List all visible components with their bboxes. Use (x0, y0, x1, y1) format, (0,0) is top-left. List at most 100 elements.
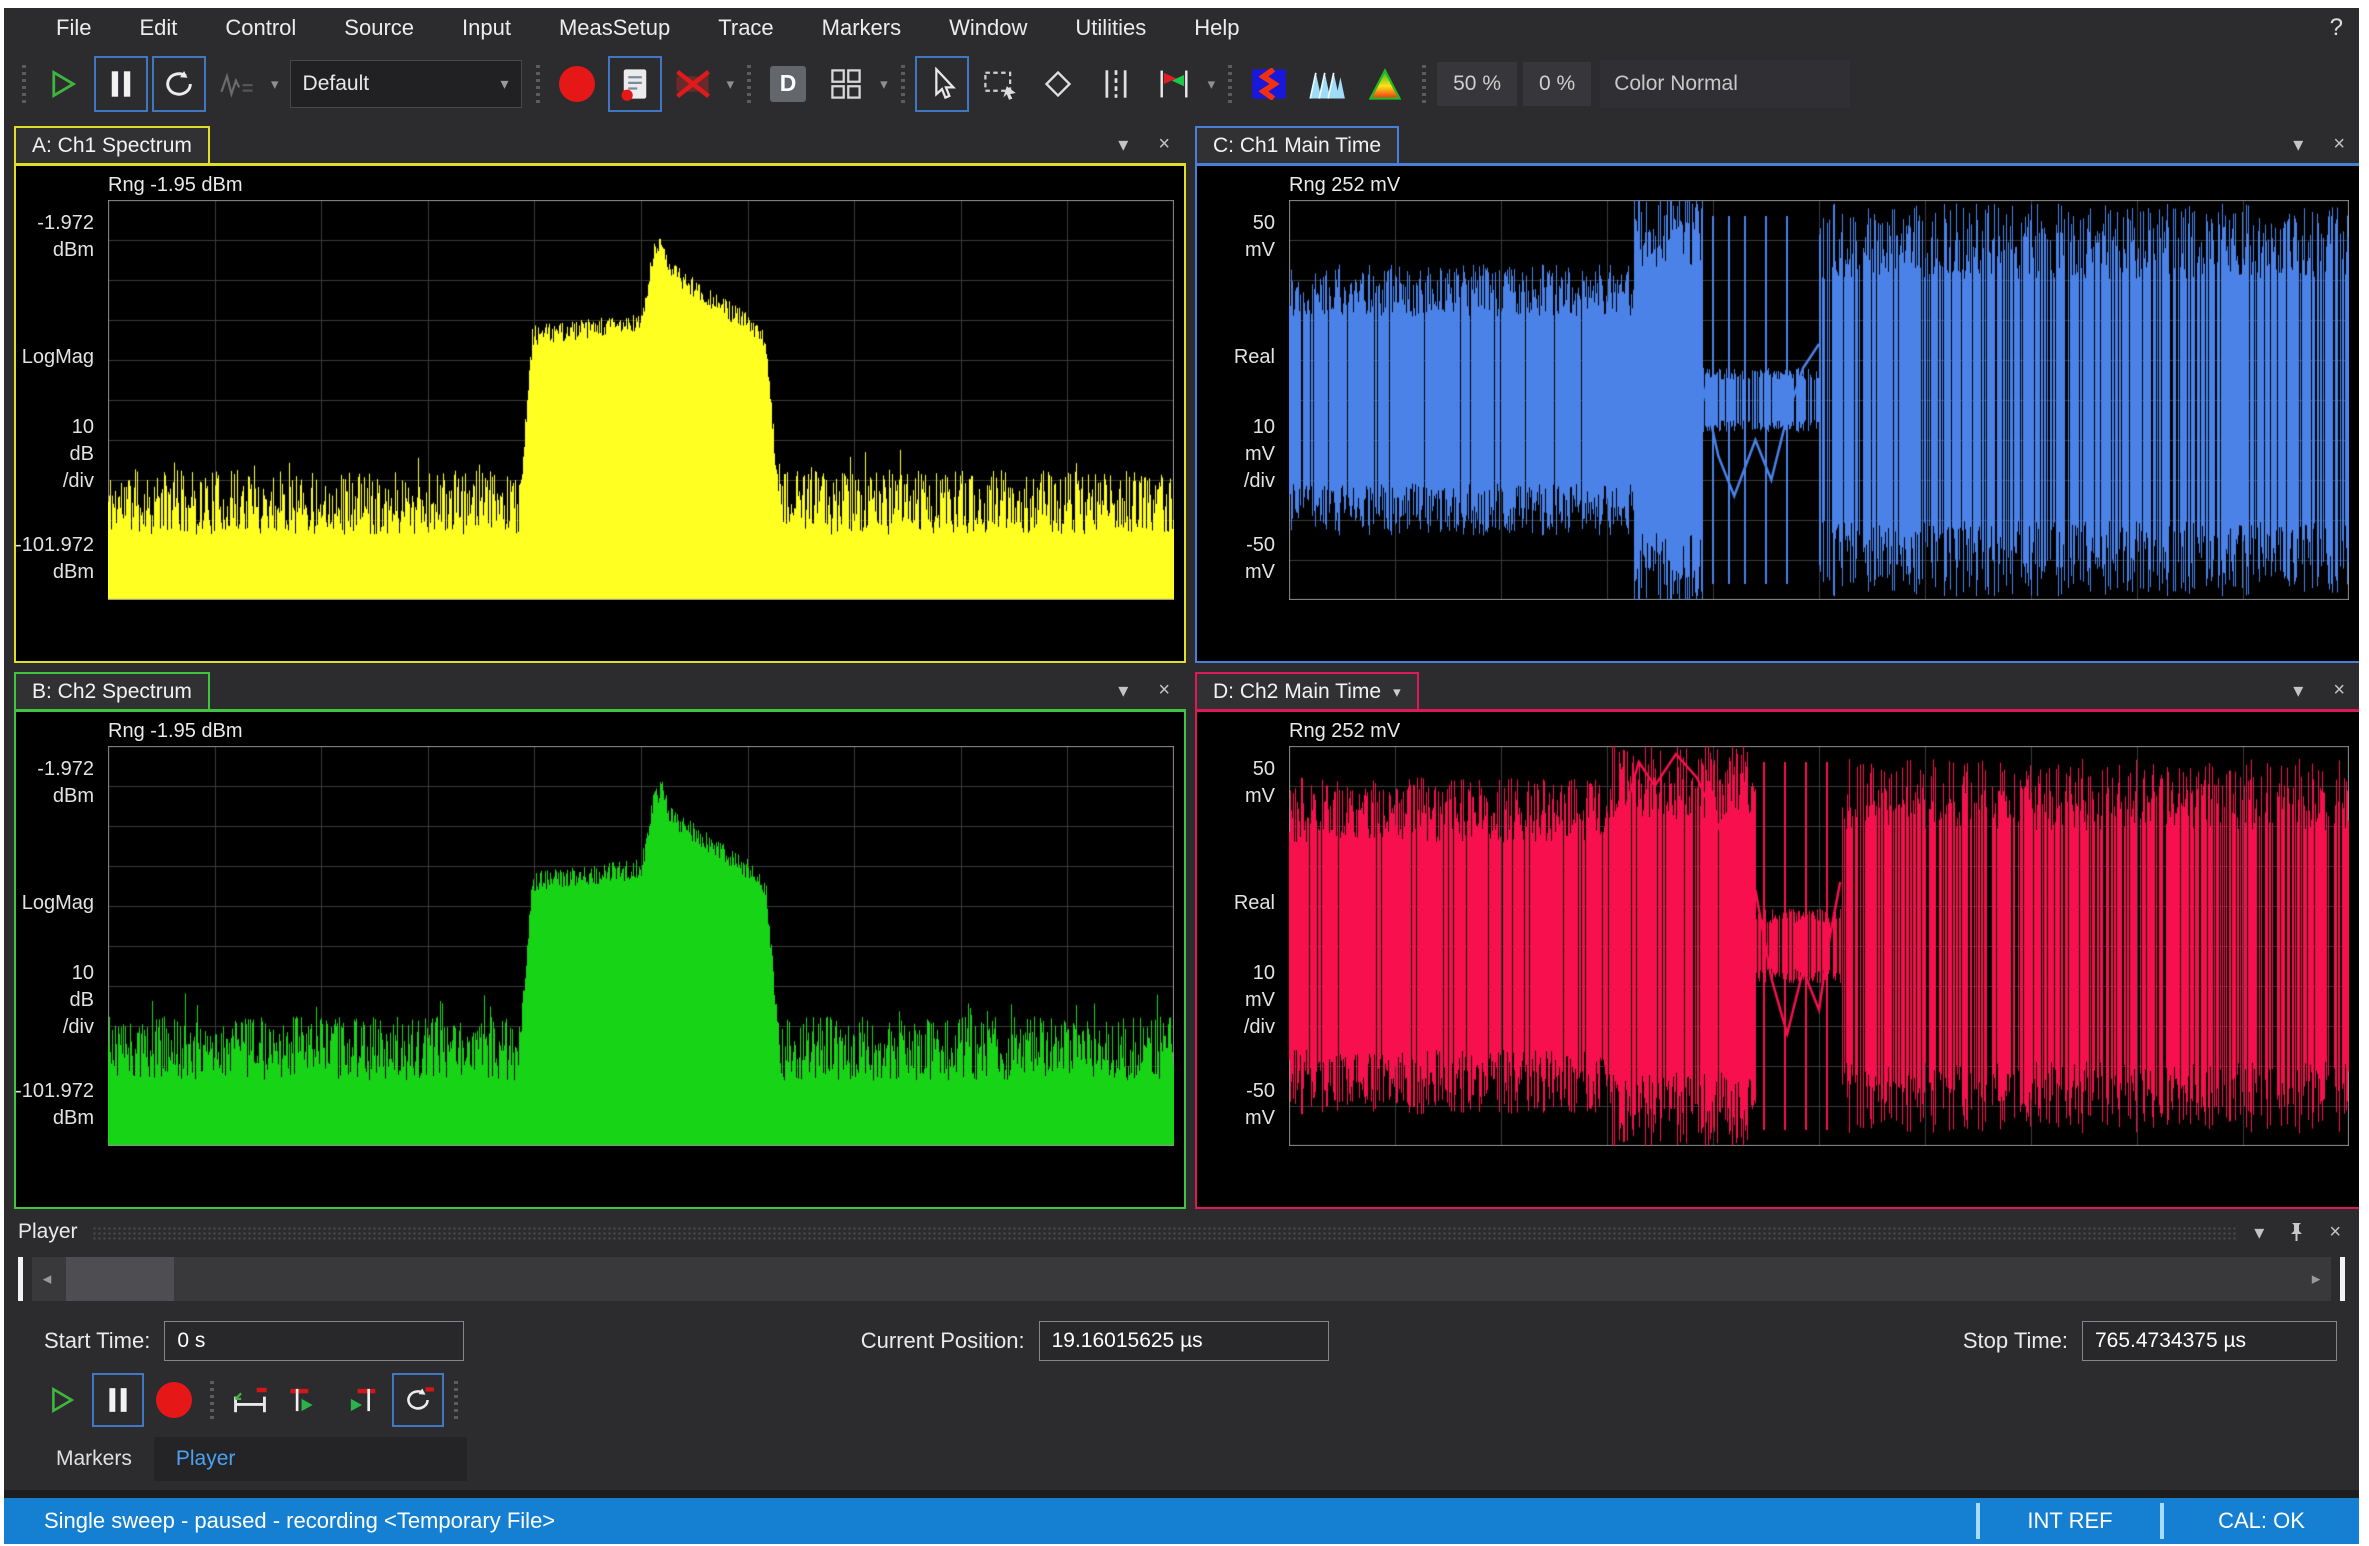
panel-drag-texture[interactable] (92, 1226, 2237, 1242)
single-trace-window-button[interactable]: D (761, 56, 815, 112)
start-time-label: Start 0 Sec (1289, 658, 1394, 663)
y-axis-bottom-unit: dBm (14, 1107, 94, 1130)
zoom-select-button[interactable] (973, 56, 1027, 112)
band-marker-button[interactable] (1089, 56, 1143, 112)
marker-flags-button[interactable] (1147, 56, 1201, 112)
window-menu-caret-icon[interactable]: ▾ (2293, 678, 2303, 703)
window-tab-c[interactable]: C: Ch1 Main Time (1195, 126, 1399, 163)
color-mode-value: Color Normal (1614, 72, 1738, 96)
toolbar-grip (747, 65, 751, 103)
color-mode-dropdown[interactable]: Color Normal (1600, 60, 1850, 108)
waterfall-button[interactable] (1300, 56, 1354, 112)
menu-edit[interactable]: Edit (115, 11, 201, 45)
window-close-icon[interactable]: × (1158, 679, 1170, 702)
window-tab-b[interactable]: B: Ch2 Spectrum (14, 672, 210, 709)
scrollbar-thumb[interactable] (66, 1257, 174, 1301)
spectrogram-button[interactable] (1242, 56, 1296, 112)
panel-close-icon[interactable]: × (2329, 1221, 2341, 1244)
playback-range-button[interactable] (224, 1373, 276, 1427)
menu-help[interactable]: Help (1170, 11, 1263, 45)
scale-per-div-value: 10 (1195, 962, 1275, 985)
toolbar-grip (454, 1381, 458, 1419)
window-close-icon[interactable]: × (2333, 133, 2345, 156)
chevron-down-icon[interactable]: ▾ (1393, 683, 1401, 701)
trace-window-d: D: Ch2 Main Time ▾ ▾ × Rng 252 mV 50 mV … (1195, 669, 2359, 1209)
window-close-icon[interactable]: × (1158, 133, 1170, 156)
window-title: D: Ch2 Main Time (1213, 680, 1381, 704)
window-tab-a[interactable]: A: Ch1 Spectrum (14, 126, 210, 163)
window-close-icon[interactable]: × (2333, 679, 2345, 702)
menu-input[interactable]: Input (438, 11, 535, 45)
step-play-icon (286, 1385, 326, 1415)
player-pause-button[interactable] (92, 1373, 144, 1427)
trace-offset-percent[interactable]: 0 % (1523, 62, 1591, 106)
preset-dropdown[interactable]: Default ▾ (290, 60, 522, 108)
stop-time-input[interactable]: 765.4734375 µs (2082, 1321, 2337, 1361)
player-play-button[interactable] (36, 1373, 88, 1427)
window-tab-d[interactable]: D: Ch2 Main Time ▾ (1195, 672, 1419, 709)
stop-time-field-label: Stop Time: (1963, 1328, 2068, 1354)
toolbar-grip (22, 65, 26, 103)
restart-button[interactable] (152, 56, 206, 112)
start-time-input[interactable]: 0 s (164, 1321, 464, 1361)
trace-zoom-percent[interactable]: 50 % (1437, 62, 1517, 106)
play-to-marker-button[interactable] (336, 1373, 388, 1427)
pin-icon[interactable] (2288, 1221, 2305, 1243)
x-axis-annotations: Start 0 Sec Stop 3.8188 uSec (1289, 1150, 2345, 1209)
panel-menu-caret-icon[interactable]: ▾ (2254, 1220, 2264, 1245)
help-icon[interactable]: ? (2330, 14, 2343, 42)
time-plot-d[interactable] (1289, 746, 2349, 1146)
menu-markers[interactable]: Markers (798, 11, 925, 45)
window-menu-caret-icon[interactable]: ▾ (2293, 132, 2303, 157)
discard-recording-button[interactable] (666, 56, 720, 112)
spectrum-plot-a[interactable] (108, 200, 1174, 600)
tab-markers[interactable]: Markers (34, 1437, 154, 1481)
current-position-input[interactable]: 19.16015625 µs (1039, 1321, 1329, 1361)
menu-utilities[interactable]: Utilities (1051, 11, 1170, 45)
pause-button[interactable] (94, 56, 148, 112)
sweep-settings-button-disabled[interactable] (210, 56, 264, 112)
chevron-down-icon[interactable]: ▾ (271, 75, 279, 93)
diamond-marker-icon (1043, 69, 1073, 99)
tab-player[interactable]: Player (154, 1437, 258, 1481)
chevron-down-icon[interactable]: ▾ (880, 75, 888, 93)
menu-control[interactable]: Control (201, 11, 320, 45)
window-menu-caret-icon[interactable]: ▾ (1118, 678, 1128, 703)
loop-start-marker[interactable] (18, 1257, 23, 1301)
marker-diamond-button[interactable] (1031, 56, 1085, 112)
recording-file-button[interactable] (608, 56, 662, 112)
restart-loop-icon (162, 69, 196, 99)
select-cursor-button[interactable] (915, 56, 969, 112)
loop-end-marker[interactable] (2340, 1257, 2345, 1301)
scale-per-div-value: 10 (14, 962, 94, 985)
menu-window[interactable]: Window (925, 11, 1051, 45)
x-axis-annotations: Center 76.5 GHz Res BW 1 MHz Span 1 GHz … (108, 604, 1170, 663)
player-panel-title: Player (18, 1220, 78, 1244)
window-layout-button[interactable] (819, 56, 873, 112)
time-plot-c[interactable] (1289, 200, 2349, 600)
chevron-down-icon[interactable]: ▾ (1208, 75, 1216, 93)
record-button[interactable] (550, 56, 604, 112)
scroll-left-arrow[interactable]: ◂ (32, 1257, 62, 1301)
chevron-down-icon[interactable]: ▾ (727, 75, 735, 93)
menu-meassetup[interactable]: MeasSetup (535, 11, 694, 45)
player-record-button[interactable] (148, 1373, 200, 1427)
menu-source[interactable]: Source (320, 11, 438, 45)
spectrum-plot-b[interactable] (108, 746, 1174, 1146)
cursor-arrow-icon (927, 67, 957, 101)
menu-file[interactable]: File (32, 11, 115, 45)
stop-time-label: Stop 3.8188 uSec (2186, 658, 2345, 663)
scale-per-div-suffix: /div (14, 470, 94, 493)
play-from-start-button[interactable] (280, 1373, 332, 1427)
play-button[interactable] (36, 56, 90, 112)
scale-per-div-suffix: /div (1195, 1016, 1275, 1039)
loop-playback-button[interactable] (392, 1373, 444, 1427)
window-menu-caret-icon[interactable]: ▾ (1118, 132, 1128, 157)
pause-icon (108, 69, 134, 99)
tab-strip-filler (257, 1437, 467, 1481)
scrollbar-track[interactable]: ◂ ▸ (32, 1257, 2331, 1301)
scroll-right-arrow[interactable]: ▸ (2301, 1257, 2331, 1301)
menu-trace[interactable]: Trace (694, 11, 797, 45)
band-lines-icon (1101, 68, 1131, 100)
density-button[interactable] (1358, 56, 1412, 112)
